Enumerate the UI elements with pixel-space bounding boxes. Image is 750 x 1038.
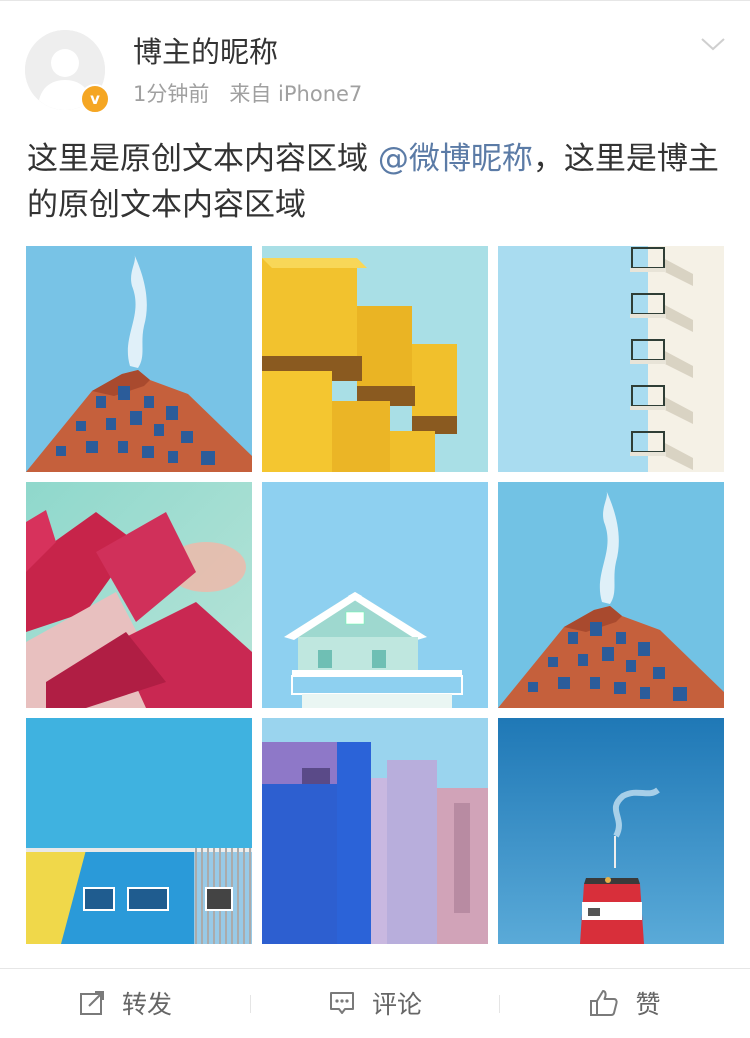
like-label: 赞	[635, 990, 661, 1019]
post-time: 1分钟前	[133, 82, 210, 106]
chevron-down-icon[interactable]	[700, 36, 726, 52]
repost-label: 转发	[121, 990, 172, 1019]
photo-red-roofs[interactable]	[26, 482, 252, 708]
top-divider	[0, 0, 750, 1]
photo-yellow-blocks[interactable]	[262, 246, 488, 472]
photo-balconies[interactable]	[498, 246, 724, 472]
post-text: 这里是原创文本内容区域 @微博昵称，这里是博主的原创文本内容区域	[27, 136, 727, 228]
photo-blue-violet-walls[interactable]	[262, 718, 488, 944]
action-separator	[499, 995, 500, 1013]
post-meta: 1分钟前 来自 iPhone7	[133, 80, 362, 108]
repost-button[interactable]: 转发	[0, 969, 250, 1037]
photo-lighthouse[interactable]	[498, 718, 724, 944]
comment-icon	[329, 992, 354, 1014]
photo-mint-house[interactable]	[262, 482, 488, 708]
photo-brick-building-2[interactable]	[498, 482, 724, 708]
like-button[interactable]: 赞	[500, 969, 750, 1037]
image-grid	[26, 246, 724, 944]
action-separator	[250, 995, 251, 1013]
verified-badge-icon: v	[80, 84, 110, 114]
post-text-part: 这里是原创文本内容区域	[27, 141, 378, 177]
comment-button[interactable]: 评论	[250, 969, 500, 1037]
action-bar: 转发 评论 赞	[0, 969, 750, 1037]
photo-blue-yellow-building[interactable]	[26, 718, 252, 944]
photo-brick-building[interactable]	[26, 246, 252, 472]
mention-link[interactable]: @微博昵称	[378, 141, 533, 177]
thumb-up-icon	[590, 990, 619, 1016]
author-name[interactable]: 博主的昵称	[133, 34, 278, 70]
repost-icon	[79, 991, 104, 1015]
comment-label: 评论	[371, 990, 422, 1019]
post-source: 来自 iPhone7	[229, 82, 363, 106]
